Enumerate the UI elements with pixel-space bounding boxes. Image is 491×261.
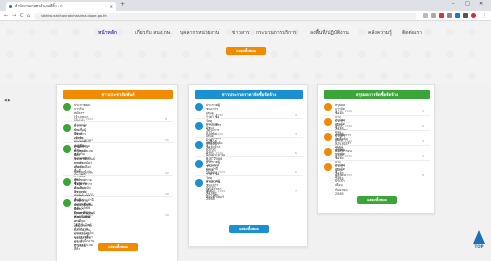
- news-icon: [63, 178, 71, 186]
- site-header: หน้าหลัก เกี่ยวกับ สนง.กษ. บุคลากรหน่วยง…: [0, 22, 491, 84]
- news-icon: [63, 124, 71, 132]
- nav-item-fieldwork[interactable]: ลงพื้นที่/ปฏิบัติงาน: [310, 29, 349, 37]
- divider: [324, 145, 430, 146]
- browser-menu-icon[interactable]: ⋮: [482, 13, 487, 19]
- item-date: 11 ม.ค. 2566: [74, 213, 94, 217]
- extension-icon[interactable]: [447, 13, 452, 18]
- divider: [324, 130, 430, 131]
- avatar[interactable]: [471, 13, 476, 18]
- home-icon[interactable]: ⌂: [27, 13, 30, 19]
- nav-item-services[interactable]: กระบวนการบริการ: [256, 29, 297, 37]
- forward-icon[interactable]: →: [12, 13, 16, 19]
- item-views: 6: [422, 124, 424, 128]
- divider: [195, 137, 303, 138]
- divider: [63, 196, 173, 197]
- show-all-procurement-button[interactable]: แสดงทั้งหมด: [229, 225, 269, 233]
- nav-item-about[interactable]: เกี่ยวกับ สนง.กษ.: [135, 29, 172, 37]
- arrow-up-icon: [473, 230, 485, 244]
- reload-icon[interactable]: C: [20, 13, 24, 19]
- item-views: 3: [295, 113, 297, 117]
- procurement-icon: [195, 179, 203, 187]
- document-icon: [324, 148, 332, 156]
- site-favicon-icon: [9, 5, 12, 8]
- item-views: 5: [422, 154, 424, 158]
- item-views: 4: [295, 132, 297, 136]
- procurement-icon: [195, 103, 203, 111]
- item-views: 8: [422, 173, 424, 177]
- show-all-summary-button[interactable]: แสดงทั้งหมด: [357, 196, 397, 204]
- close-window-icon[interactable]: ✕: [479, 1, 483, 7]
- item-title[interactable]: สำนักงานเกษตรอำเภอสีคิ้วประชาสัมพันธ์การ…: [74, 199, 95, 248]
- item-date: 4 พ.ย. 2565: [335, 154, 353, 158]
- item-date: 5 ม.ค. 2566: [335, 124, 353, 128]
- browser-tab-bar: สำนักงานเกษตรอำเภอสีคิ้ว - ก × + – □ ✕: [0, 0, 491, 11]
- profile-sync-icon[interactable]: [455, 13, 460, 18]
- url-field[interactable]: sikhiw.nakhonratchasima.doae.go.th: [34, 12, 417, 20]
- item-views: 3: [422, 109, 424, 113]
- show-all-button[interactable]: แสดงทั้งหมด: [226, 47, 266, 55]
- maximize-icon[interactable]: □: [465, 1, 470, 7]
- procurement-news-card: ข่าวประกวดราคาจัดซื้อจัดจ้าง ประกาศผู้ชน…: [188, 84, 308, 247]
- divider: [195, 175, 303, 176]
- divider: [324, 115, 430, 116]
- item-title[interactable]: สรุปผลการจัดซื้อจัดจ้าง ประจำเดือน กันยา…: [335, 163, 348, 196]
- divider: [195, 156, 303, 157]
- divider: [63, 175, 173, 176]
- browser-tab[interactable]: สำนักงานเกษตรอำเภอสีคิ้ว - ก ×: [6, 2, 116, 11]
- share-icon[interactable]: [423, 13, 428, 18]
- new-tab-button[interactable]: +: [120, 1, 125, 8]
- procurement-icon: [195, 160, 203, 168]
- nav-item-contact[interactable]: ติดต่อเรา: [402, 29, 422, 37]
- news-icon: [63, 145, 71, 153]
- divider: [63, 142, 173, 143]
- item-date: 6 ธ.ค. 2565: [335, 139, 353, 143]
- item-views: 4: [422, 139, 424, 143]
- card-heading: ข่าวประชาสัมพันธ์: [63, 90, 173, 99]
- divider: [195, 118, 303, 119]
- back-icon[interactable]: ←: [4, 13, 8, 19]
- news-icon: [63, 199, 71, 207]
- nav-item-staff[interactable]: บุคลากรหน่วยงาน: [180, 29, 219, 37]
- news-icon: [63, 103, 71, 111]
- item-date: 5 ต.ค. 2565: [335, 173, 353, 177]
- divider: [324, 160, 430, 161]
- top-label: TOP: [474, 244, 484, 249]
- zoom-icon[interactable]: [431, 13, 436, 18]
- extension-icon[interactable]: [439, 13, 444, 18]
- item-views: 6: [295, 151, 297, 155]
- announcements-card: ข่าวประชาสัมพันธ์ ประกาศผลการรับสมัครฯ (…: [56, 84, 178, 261]
- tab-title: สำนักงานเกษตรอำเภอสีคิ้ว - ก: [15, 4, 63, 8]
- document-icon: [324, 133, 332, 141]
- item-views: 5: [295, 170, 297, 174]
- item-date: 25 ม.ค. 2566: [206, 189, 226, 193]
- back-to-top-button[interactable]: TOP: [471, 230, 487, 249]
- nav-item-knowledge[interactable]: คลังความรู้: [368, 29, 392, 37]
- card-heading: ข่าวประกวดราคาจัดซื้อจัดจ้าง: [195, 90, 303, 99]
- document-icon: [324, 118, 332, 126]
- side-toggle-icon[interactable]: ◀ ▶: [4, 98, 11, 102]
- nav-item-home[interactable]: หน้าหลัก: [98, 29, 117, 37]
- item-views: 7: [295, 189, 297, 193]
- nav-item-news[interactable]: ข่าวสาร: [232, 29, 250, 37]
- card-heading: สรุปผลการจัดซื้อจัดจ้าง: [324, 90, 430, 99]
- address-toolbar: ← → C ⌂ sikhiw.nakhonratchasima.doae.go.…: [0, 11, 491, 21]
- document-icon: [324, 103, 332, 111]
- document-icon: [324, 163, 332, 171]
- show-all-news-button[interactable]: แสดงทั้งหมด: [98, 243, 138, 251]
- divider: [63, 121, 173, 122]
- procurement-icon: [195, 141, 203, 149]
- minimize-icon[interactable]: –: [452, 1, 455, 7]
- close-tab-icon[interactable]: ×: [110, 2, 113, 11]
- item-views: 10: [165, 213, 169, 217]
- sidebar-icon[interactable]: [463, 13, 468, 18]
- procurement-summary-card: สรุปผลการจัดซื้อจัดจ้าง สรุปผลการจัดซื้อ…: [317, 84, 435, 214]
- item-date: 9 ก.พ. 2566: [335, 109, 353, 113]
- procurement-icon: [195, 122, 203, 130]
- main-nav: หน้าหลัก เกี่ยวกับ สนง.กษ. บุคลากรหน่วยง…: [0, 28, 491, 38]
